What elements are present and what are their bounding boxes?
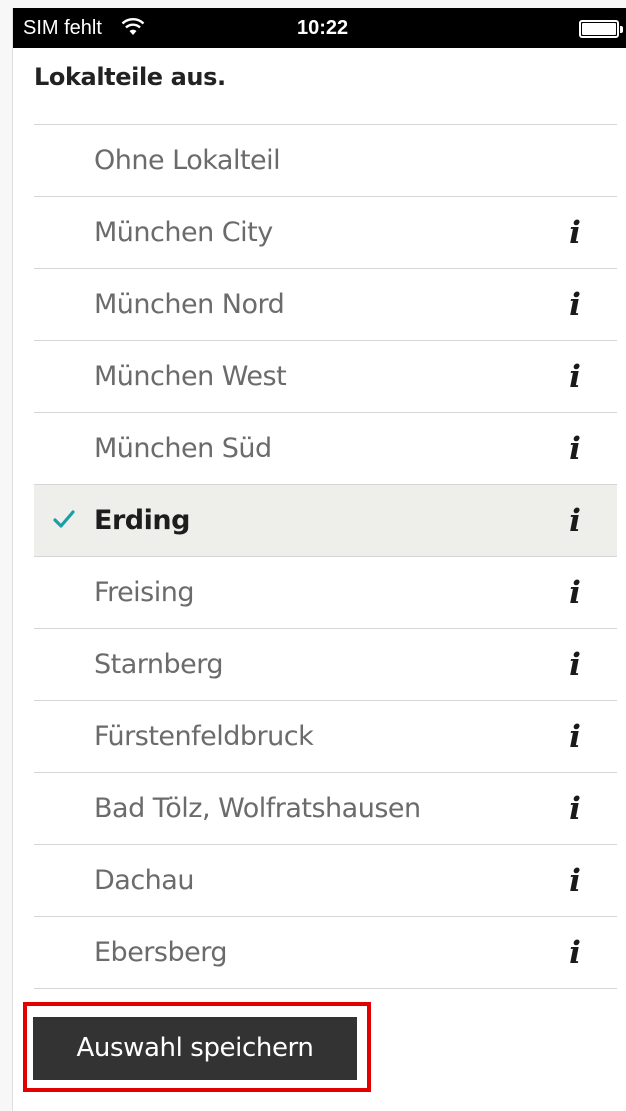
list-item-label: Ebersberg [94, 937, 228, 968]
info-icon[interactable]: i [560, 933, 590, 973]
list-item[interactable]: Ebersberg i [34, 917, 617, 989]
save-button[interactable]: Auswahl speichern [33, 1017, 357, 1080]
info-icon[interactable]: i [560, 861, 590, 901]
list-item[interactable]: Bad Tölz, Wolfratshausen i [34, 773, 617, 845]
checkmark-icon [53, 510, 75, 528]
list-item[interactable]: Fürstenfeldbruck i [34, 701, 617, 773]
list-item[interactable]: Dachau i [34, 845, 617, 917]
info-icon[interactable]: i [560, 573, 590, 613]
list-item[interactable]: München Süd i [34, 413, 617, 485]
info-icon[interactable]: i [560, 213, 590, 253]
list-item-label: Fürstenfeldbruck [94, 721, 314, 752]
list-item-label: München Süd [94, 433, 272, 464]
list-item[interactable]: München City i [34, 197, 617, 269]
info-icon[interactable]: i [560, 717, 590, 757]
list-item[interactable]: Erding i [34, 485, 617, 557]
carrier-label: SIM fehlt [23, 17, 102, 39]
list-item-label: München City [94, 217, 273, 248]
battery-icon [579, 20, 623, 38]
page-title: Lokalteile aus. [34, 63, 226, 91]
list-item-label: München Nord [94, 289, 285, 320]
list-item[interactable]: München West i [34, 341, 617, 413]
info-icon[interactable]: i [560, 645, 590, 685]
app-screen: SIM fehlt 10:22 Lokalteile aus. Ohne Lok… [12, 8, 626, 1111]
list-item-label: Dachau [94, 865, 194, 896]
list-item-label: München West [94, 361, 287, 392]
list-item-label: Bad Tölz, Wolfratshausen [94, 793, 421, 824]
clock: 10:22 [297, 17, 349, 39]
info-icon[interactable]: i [560, 429, 590, 469]
info-icon[interactable]: i [560, 789, 590, 829]
info-icon[interactable]: i [560, 285, 590, 325]
list-item-label: Freising [94, 577, 195, 608]
info-icon[interactable]: i [560, 501, 590, 541]
list-item[interactable]: Ohne Lokalteil [34, 125, 617, 197]
list-item[interactable]: Starnberg i [34, 629, 617, 701]
list-item-label: Ohne Lokalteil [94, 145, 281, 176]
list-item[interactable]: München Nord i [34, 269, 617, 341]
list-item-label: Starnberg [94, 649, 224, 680]
region-list: Ohne Lokalteil München City i München Nord i… [34, 124, 617, 989]
status-bar: SIM fehlt 10:22 [13, 8, 626, 48]
info-icon[interactable]: i [560, 357, 590, 397]
list-item-label: Erding [94, 505, 190, 536]
wifi-icon [121, 18, 145, 35]
list-item[interactable]: Freising i [34, 557, 617, 629]
